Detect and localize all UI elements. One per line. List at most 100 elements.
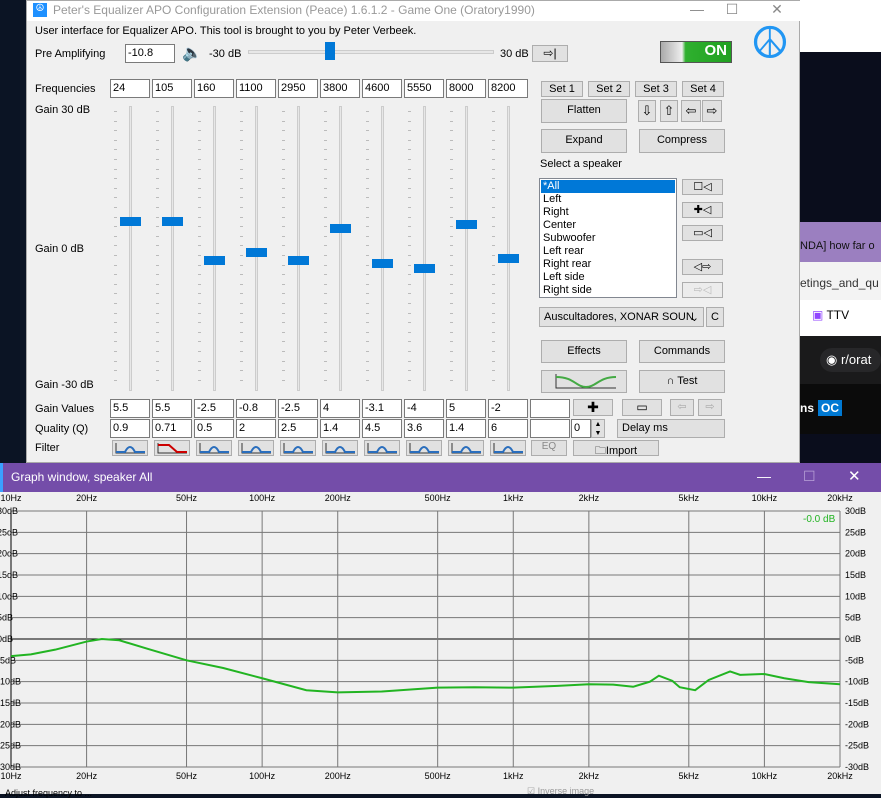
gain-slider-track[interactable] (297, 106, 300, 391)
freq-left-button[interactable]: ⇦ (681, 100, 701, 122)
speaker-select-button[interactable]: ☐◁ (682, 179, 723, 195)
commands-button[interactable]: Commands (639, 340, 725, 363)
set-4-button[interactable]: Set 4 (682, 81, 724, 97)
speaker-list[interactable]: *All Left Right Center Subwoofer Left rear Rig… (539, 178, 677, 298)
export-arrow-button[interactable]: ⇨| (532, 45, 568, 62)
delay-spinner[interactable]: ▲ ▼ (591, 419, 605, 438)
speaker-list-item[interactable]: Left (541, 193, 675, 206)
gain-slider-thumb[interactable] (330, 224, 351, 234)
gain-slider-thumb[interactable] (498, 253, 519, 263)
gain-slider-track[interactable] (129, 106, 132, 391)
maximize-button[interactable]: ☐ (717, 1, 747, 21)
gain-value-input[interactable]: -2.5 (278, 399, 318, 418)
speaker-list-item[interactable]: Center (541, 219, 675, 232)
quality-input[interactable]: 1.4 (320, 419, 360, 438)
test-button[interactable]: ∩ Test (639, 370, 725, 393)
minimize-button[interactable]: — (682, 1, 712, 21)
speaker-list-item[interactable]: Left side (541, 271, 675, 284)
frequency-input[interactable]: 2950 (278, 79, 318, 98)
quality-input[interactable]: 0.71 (152, 419, 192, 438)
gain-slider-track[interactable] (423, 106, 426, 391)
frequency-input[interactable]: 5550 (404, 79, 444, 98)
set-2-button[interactable]: Set 2 (588, 81, 630, 97)
remove-band-button[interactable]: ▭ (622, 399, 662, 416)
filter-type-button[interactable] (196, 440, 232, 456)
frequency-input[interactable]: 160 (194, 79, 234, 98)
filter-type-button[interactable] (364, 440, 400, 456)
flatten-button[interactable]: Flatten (541, 99, 627, 123)
speaker-list-item[interactable]: Subwoofer (541, 232, 675, 245)
speaker-remove-button[interactable]: ▭◁ (682, 225, 723, 241)
frequency-input[interactable]: 1100 (236, 79, 276, 98)
quality-input[interactable]: 6 (488, 419, 528, 438)
gain-slider-thumb[interactable] (372, 259, 393, 269)
speaker-list-item[interactable]: Right rear (541, 258, 675, 271)
quality-input[interactable]: 0.9 (110, 419, 150, 438)
gain-value-input[interactable]: 5 (446, 399, 486, 418)
gain-value-input[interactable]: 5.5 (152, 399, 192, 418)
import-button[interactable]: 🗀Import (573, 440, 659, 457)
quality-input[interactable]: 4.5 (362, 419, 402, 438)
gain-slider-track[interactable] (213, 106, 216, 391)
gain-slider-thumb[interactable] (414, 263, 435, 273)
device-select[interactable]: Auscultadores, XONAR SOUN ⌄ (539, 307, 704, 327)
gain-value-input[interactable]: 4 (320, 399, 360, 418)
frequency-input[interactable]: 105 (152, 79, 192, 98)
pre-amp-slider-thumb[interactable] (325, 42, 336, 60)
frequency-input[interactable]: 3800 (320, 79, 360, 98)
gain-value-input[interactable]: -2 (488, 399, 528, 418)
gain-slider-thumb[interactable] (456, 219, 477, 229)
close-button[interactable]: ✕ (762, 1, 792, 21)
expand-button[interactable]: Expand (541, 129, 627, 153)
filter-type-button[interactable] (112, 440, 148, 456)
compress-button[interactable]: Compress (639, 129, 725, 153)
pre-amp-input[interactable]: -10.8 (125, 44, 175, 63)
quality-input[interactable]: 2.5 (278, 419, 318, 438)
graph-minimize-button[interactable]: — (757, 468, 771, 484)
gain-slider-thumb[interactable] (288, 256, 309, 266)
gain-value-input[interactable]: 5.5 (110, 399, 150, 418)
gain-slider-track[interactable] (381, 106, 384, 391)
frequency-input[interactable]: 24 (110, 79, 150, 98)
filter-type-button[interactable] (154, 440, 190, 456)
pre-amp-slider[interactable] (248, 42, 494, 60)
gain-slider-thumb[interactable] (204, 256, 225, 266)
gain-value-input[interactable] (530, 399, 570, 418)
gain-value-input[interactable]: -4 (404, 399, 444, 418)
inverse-image-checkbox[interactable]: ☑ Inverse image (527, 786, 594, 797)
quality-input[interactable] (530, 419, 570, 438)
effects-button[interactable]: Effects (541, 340, 627, 363)
freq-right-button[interactable]: ⇨ (702, 100, 722, 122)
frequency-input[interactable]: 4600 (362, 79, 402, 98)
speaker-list-item[interactable]: Right side (541, 284, 675, 297)
eq-filter-button[interactable]: EQ (531, 440, 567, 456)
shift-down-button[interactable]: ⇩ (638, 100, 656, 122)
filter-type-button[interactable] (280, 440, 316, 456)
filter-type-button[interactable] (448, 440, 484, 456)
gain-value-input[interactable]: -2.5 (194, 399, 234, 418)
frequency-input[interactable]: 8000 (446, 79, 486, 98)
shift-up-button[interactable]: ⇧ (660, 100, 678, 122)
add-band-button[interactable]: ✚ (573, 399, 613, 416)
speaker-list-item[interactable]: Right (541, 206, 675, 219)
speaker-list-item[interactable]: *All (541, 180, 675, 193)
quality-input[interactable]: 1.4 (446, 419, 486, 438)
gain-value-input[interactable]: -3.1 (362, 399, 402, 418)
filter-type-button[interactable] (322, 440, 358, 456)
power-toggle[interactable]: ON (660, 41, 732, 63)
delay-input[interactable]: 0 (571, 419, 591, 438)
quality-input[interactable]: 0.5 (194, 419, 234, 438)
quality-input[interactable]: 2 (236, 419, 276, 438)
speaker-paste-button[interactable]: ⇨◁ (682, 282, 723, 298)
device-c-button[interactable]: C (706, 307, 724, 327)
gain-value-input[interactable]: -0.8 (236, 399, 276, 418)
filter-type-button[interactable] (490, 440, 526, 456)
graph-title-bar[interactable]: Graph window, speaker All (0, 463, 881, 492)
shift-right-button[interactable]: ⇨ (698, 399, 722, 416)
shift-left-button[interactable]: ⇦ (670, 399, 694, 416)
gain-slider-track[interactable] (507, 106, 510, 391)
gain-slider-track[interactable] (465, 106, 468, 391)
speaker-list-item[interactable]: Left rear (541, 245, 675, 258)
quality-input[interactable]: 3.6 (404, 419, 444, 438)
graph-close-button[interactable]: ✕ (848, 467, 861, 485)
